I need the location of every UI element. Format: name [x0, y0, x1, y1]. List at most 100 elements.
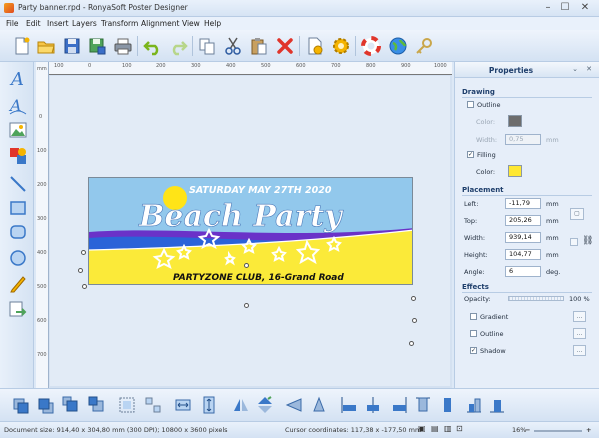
- top-input[interactable]: 205,26: [505, 215, 541, 226]
- menu-insert[interactable]: Insert: [47, 19, 69, 28]
- key-icon[interactable]: [414, 36, 434, 56]
- help-lifebuoy-icon[interactable]: [361, 36, 381, 56]
- flip-horizontal-icon[interactable]: [232, 395, 250, 415]
- new-document-icon[interactable]: [12, 36, 32, 56]
- page-setup-icon[interactable]: [305, 36, 325, 56]
- send-backward-icon[interactable]: [37, 395, 55, 415]
- banner-headline-text[interactable]: Beach Party: [138, 199, 345, 235]
- clipart-tool-icon[interactable]: [8, 146, 28, 166]
- minimize-button[interactable]: –: [540, 1, 556, 15]
- fit-height-icon[interactable]: [200, 395, 218, 415]
- line-tool-icon[interactable]: [8, 174, 28, 194]
- party-banner-artwork[interactable]: SATURDAY MAY 27TH 2020 Beach Party PARTY…: [88, 177, 413, 285]
- menu-file[interactable]: File: [6, 19, 19, 28]
- distribute-vertical-icon[interactable]: [488, 395, 506, 415]
- menu-alignment[interactable]: Alignment: [141, 19, 179, 28]
- maximize-button[interactable]: ☐: [557, 1, 573, 15]
- rectangle-tool-icon[interactable]: [8, 198, 28, 218]
- filling-checkbox[interactable]: ✓: [467, 151, 474, 158]
- flip-vertical-icon[interactable]: [256, 395, 274, 415]
- redo-icon[interactable]: [168, 36, 188, 56]
- status-bar: Document size: 914,40 x 304,80 mm (300 D…: [0, 421, 599, 438]
- actual-size-icon[interactable]: ▥: [444, 424, 452, 433]
- cut-icon[interactable]: [223, 36, 243, 56]
- fit-width-icon[interactable]: [174, 395, 192, 415]
- web-globe-icon[interactable]: [388, 36, 408, 56]
- open-folder-icon[interactable]: [36, 36, 56, 56]
- align-bottom-icon[interactable]: [465, 395, 483, 415]
- image-tool-icon[interactable]: [8, 120, 28, 140]
- delete-icon[interactable]: [275, 36, 295, 56]
- save-as-icon[interactable]: [87, 36, 107, 56]
- print-icon[interactable]: [113, 36, 133, 56]
- rotate-left-icon[interactable]: [285, 395, 303, 415]
- zoom-in-button[interactable]: +: [586, 426, 591, 434]
- width-input[interactable]: 939,14: [505, 232, 541, 243]
- outline-width-input[interactable]: 0,75: [505, 134, 541, 145]
- selection-handle[interactable]: [244, 263, 249, 268]
- settings-gear-icon[interactable]: [331, 36, 351, 56]
- align-center-icon[interactable]: [364, 395, 382, 415]
- fill-color-swatch[interactable]: [508, 165, 522, 177]
- banner-venue-text[interactable]: PARTYZONE CLUB, 16-Grand Road: [173, 273, 344, 283]
- rotate-right-icon[interactable]: [310, 395, 328, 415]
- left-input[interactable]: -11,79: [505, 198, 541, 209]
- bring-forward-icon[interactable]: [12, 395, 30, 415]
- bring-to-front-icon[interactable]: [62, 395, 80, 415]
- fit-page-icon[interactable]: ▤: [431, 424, 439, 433]
- gradient-checkbox[interactable]: [470, 313, 477, 320]
- align-middle-icon[interactable]: [438, 395, 456, 415]
- aspect-ratio-checkbox[interactable]: [570, 238, 578, 246]
- outline-checkbox[interactable]: [467, 101, 474, 108]
- menu-layers[interactable]: Layers: [72, 19, 97, 28]
- gradient-settings-button[interactable]: ...: [573, 311, 586, 322]
- rounded-rectangle-tool-icon[interactable]: [8, 222, 28, 242]
- banner-date-text[interactable]: SATURDAY MAY 27TH 2020: [189, 185, 332, 196]
- save-icon[interactable]: [62, 36, 82, 56]
- close-button[interactable]: ✕: [574, 1, 596, 15]
- shadow-checkbox[interactable]: ✓: [470, 347, 477, 354]
- group-icon[interactable]: [118, 395, 136, 415]
- outline-color-swatch[interactable]: [508, 115, 522, 127]
- menu-view[interactable]: View: [182, 19, 200, 28]
- panel-dropdown-icon[interactable]: ⌄: [569, 65, 581, 75]
- ungroup-icon[interactable]: [144, 395, 162, 415]
- zoom-slider[interactable]: [534, 430, 582, 432]
- export-tool-icon[interactable]: [8, 300, 28, 320]
- effects-outline-checkbox[interactable]: [470, 330, 477, 337]
- outline-settings-button[interactable]: ...: [573, 328, 586, 339]
- selection-handle[interactable]: [244, 303, 249, 308]
- panel-close-icon[interactable]: ✕: [583, 65, 595, 75]
- undo-icon[interactable]: [143, 36, 163, 56]
- send-to-back-icon[interactable]: [88, 395, 106, 415]
- curved-text-tool-icon[interactable]: A: [8, 96, 28, 116]
- zoom-fit-icon[interactable]: ⊡: [456, 424, 463, 433]
- align-right-icon[interactable]: [390, 395, 408, 415]
- chain-link-icon[interactable]: ⛓: [582, 236, 593, 246]
- selection-handle[interactable]: [412, 318, 417, 323]
- shadow-settings-button[interactable]: ...: [573, 345, 586, 356]
- selection-handle[interactable]: [411, 296, 416, 301]
- angle-input[interactable]: 6: [505, 266, 541, 277]
- position-lock-icon[interactable]: ▢: [570, 208, 584, 220]
- menu-edit[interactable]: Edit: [26, 19, 41, 28]
- menu-help[interactable]: Help: [204, 19, 221, 28]
- pencil-tool-icon[interactable]: [8, 274, 28, 294]
- menu-transform[interactable]: Transform: [101, 19, 138, 28]
- view-mode-icon[interactable]: ▣: [418, 424, 426, 433]
- align-top-icon[interactable]: [414, 395, 432, 415]
- toolbar-separator: [137, 36, 138, 56]
- text-tool-icon[interactable]: A: [8, 68, 28, 90]
- ellipse-tool-icon[interactable]: [8, 248, 28, 268]
- opacity-slider[interactable]: [508, 296, 564, 301]
- copy-icon[interactable]: [197, 36, 217, 56]
- outline-width-unit: mm: [546, 136, 559, 144]
- selection-handle[interactable]: [409, 341, 414, 346]
- height-input[interactable]: 104,77: [505, 249, 541, 260]
- ruler-tick-label: 300: [191, 63, 201, 69]
- align-left-icon[interactable]: [340, 395, 358, 415]
- selection-handle[interactable]: [82, 284, 87, 289]
- selection-handle[interactable]: [78, 268, 83, 273]
- selection-handle[interactable]: [81, 250, 86, 255]
- paste-icon[interactable]: [249, 36, 269, 56]
